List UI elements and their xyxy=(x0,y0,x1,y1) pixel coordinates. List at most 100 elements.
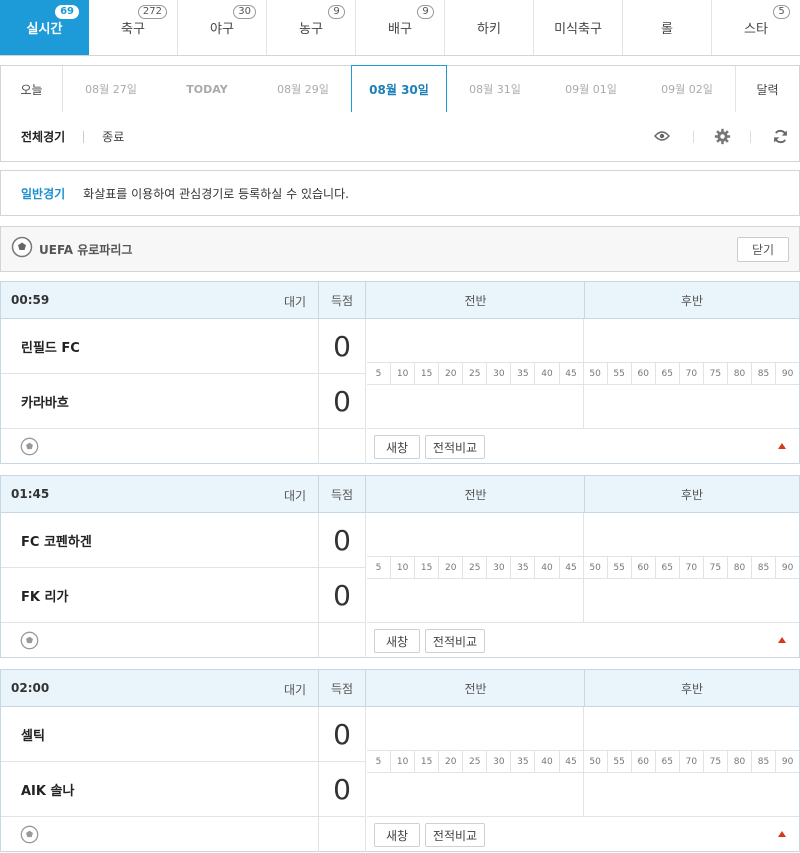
second-half-header: 후반 xyxy=(584,670,799,707)
count-badge: 272 xyxy=(137,5,167,19)
tick-label: 15 xyxy=(415,751,440,772)
date-0831[interactable]: 08월 31일 xyxy=(447,66,543,112)
tab-starcraft[interactable]: 스타 5 xyxy=(712,0,800,55)
tick-label: 25 xyxy=(463,363,488,384)
count-badge: 30 xyxy=(233,5,256,19)
tab-label: 하키 xyxy=(477,22,501,37)
league-name: UEFA 유로파리그 xyxy=(39,242,133,257)
date-0830-selected[interactable]: 08월 30일 xyxy=(351,65,447,113)
collapse-arrow-icon[interactable] xyxy=(778,831,786,837)
date-0827[interactable]: 08월 27일 xyxy=(63,66,159,112)
tick-label: 90 xyxy=(781,756,794,767)
soccer-ball-icon[interactable] xyxy=(20,631,39,654)
collapse-arrow-icon[interactable] xyxy=(778,443,786,449)
home-team: 셀틱 xyxy=(1,707,318,762)
refresh-icon[interactable] xyxy=(771,127,789,145)
soccer-ball-icon xyxy=(11,236,33,262)
tab-label: 미식축구 xyxy=(554,22,602,37)
tick-label: 70 xyxy=(680,751,704,772)
tab-label: 축구 xyxy=(121,22,145,37)
tick-label: 65 xyxy=(656,557,680,578)
tab-american-football[interactable]: 미식축구 xyxy=(534,0,623,55)
tab-lol[interactable]: 롤 xyxy=(623,0,712,55)
league-header: UEFA 유로파리그 닫기 xyxy=(0,226,800,272)
footer-score-cell xyxy=(318,623,366,658)
home-score: 0 xyxy=(318,319,366,374)
sport-tabs: 실시간 69 축구 272 야구 30 농구 9 배구 9 하키 미식축구 롤 스타 5 xyxy=(0,0,800,56)
tab-live[interactable]: 실시간 69 xyxy=(0,0,89,55)
calendar-button[interactable]: 달력 xyxy=(735,66,799,112)
tick-label: 75 xyxy=(704,363,728,384)
away-team: FK 리가 xyxy=(1,568,318,623)
tick-label: 65 xyxy=(656,363,680,384)
date-0901[interactable]: 09월 01일 xyxy=(543,66,639,112)
match-status: 대기 xyxy=(284,295,307,309)
count-badge: 69 xyxy=(55,5,79,19)
tick-label: 45 xyxy=(560,751,584,772)
tab-hockey[interactable]: 하키 xyxy=(445,0,534,55)
soccer-ball-icon[interactable] xyxy=(20,825,39,848)
tick-label: 25 xyxy=(463,557,488,578)
match-header: 00:59 대기 득점 전반 후반 xyxy=(1,282,799,319)
close-league-button[interactable]: 닫기 xyxy=(737,237,789,262)
match-time: 01:45 xyxy=(11,487,50,501)
new-window-button[interactable]: 새창 xyxy=(374,435,420,459)
date-0829[interactable]: 08월 29일 xyxy=(255,66,351,112)
gear-icon[interactable] xyxy=(713,127,731,145)
match-footer: 새창 전적비교 xyxy=(1,623,799,658)
new-window-button[interactable]: 새창 xyxy=(374,629,420,653)
tick-label: 5 xyxy=(367,363,392,384)
match-header: 01:45 대기 득점 전반 후반 xyxy=(1,476,799,513)
filter-all[interactable]: 전체경기 xyxy=(21,128,65,145)
eye-icon[interactable] xyxy=(653,127,671,145)
tab-label: 실시간 xyxy=(26,22,63,37)
tick-label: 5 xyxy=(367,557,392,578)
tick-label: 65 xyxy=(656,751,680,772)
tab-label: 농구 xyxy=(299,22,323,37)
count-badge: 5 xyxy=(773,5,790,19)
tab-baseball[interactable]: 야구 30 xyxy=(178,0,267,55)
tick-label: 80 xyxy=(728,557,752,578)
collapse-arrow-icon[interactable] xyxy=(778,637,786,643)
tab-label: 배구 xyxy=(388,22,412,37)
match-status: 대기 xyxy=(284,683,307,697)
tick-label: 35 xyxy=(511,363,536,384)
tick-label: 50 xyxy=(584,363,608,384)
tab-label: 롤 xyxy=(661,22,673,37)
match-footer: 새창 전적비교 xyxy=(1,429,799,464)
tick-label: 40 xyxy=(535,363,560,384)
compare-record-button[interactable]: 전적비교 xyxy=(425,435,485,459)
soccer-ball-icon[interactable] xyxy=(20,437,39,460)
tick-label: 75 xyxy=(704,751,728,772)
match-card: 01:45 대기 득점 전반 후반 FC 코펜하겐 FK 리가 0 0 5 10 1… xyxy=(0,475,800,658)
date-0902[interactable]: 09월 02일 xyxy=(639,66,735,112)
tick-label: 50 xyxy=(584,751,608,772)
tab-basketball[interactable]: 농구 9 xyxy=(267,0,356,55)
tab-soccer[interactable]: 축구 272 xyxy=(89,0,178,55)
tick-label: 85 xyxy=(752,557,777,578)
tick-label: 70 xyxy=(680,557,704,578)
count-badge: 9 xyxy=(417,5,434,19)
compare-record-button[interactable]: 전적비교 xyxy=(425,823,485,847)
tick-label: 30 xyxy=(487,557,512,578)
tick-label: 90 xyxy=(781,562,794,573)
tick-label: 85 xyxy=(752,751,777,772)
tick-label: 60 xyxy=(632,751,656,772)
date-today[interactable]: TODAY xyxy=(159,66,255,112)
divider xyxy=(750,131,751,143)
tick-label: 50 xyxy=(584,557,608,578)
filter-finished[interactable]: 종료 xyxy=(102,128,124,145)
match-timeline: 5 10 15 20 25 30 35 40 45 50 55 60 65 70 75 80 85 90 xyxy=(367,513,799,623)
compare-record-button[interactable]: 전적비교 xyxy=(425,629,485,653)
today-link[interactable]: 오늘 xyxy=(1,66,63,112)
home-score: 0 xyxy=(318,513,366,568)
match-timeline: 5 10 15 20 25 30 35 40 45 50 55 60 65 70 75 80 85 90 xyxy=(367,707,799,817)
score-header: 득점 xyxy=(318,476,366,513)
tick-label: 80 xyxy=(728,363,752,384)
first-half-header: 전반 xyxy=(464,294,487,308)
tick-label: 40 xyxy=(535,751,560,772)
tick-label: 10 xyxy=(391,751,416,772)
new-window-button[interactable]: 새창 xyxy=(374,823,420,847)
tick-label: 90 xyxy=(781,368,794,379)
tab-volleyball[interactable]: 배구 9 xyxy=(356,0,445,55)
